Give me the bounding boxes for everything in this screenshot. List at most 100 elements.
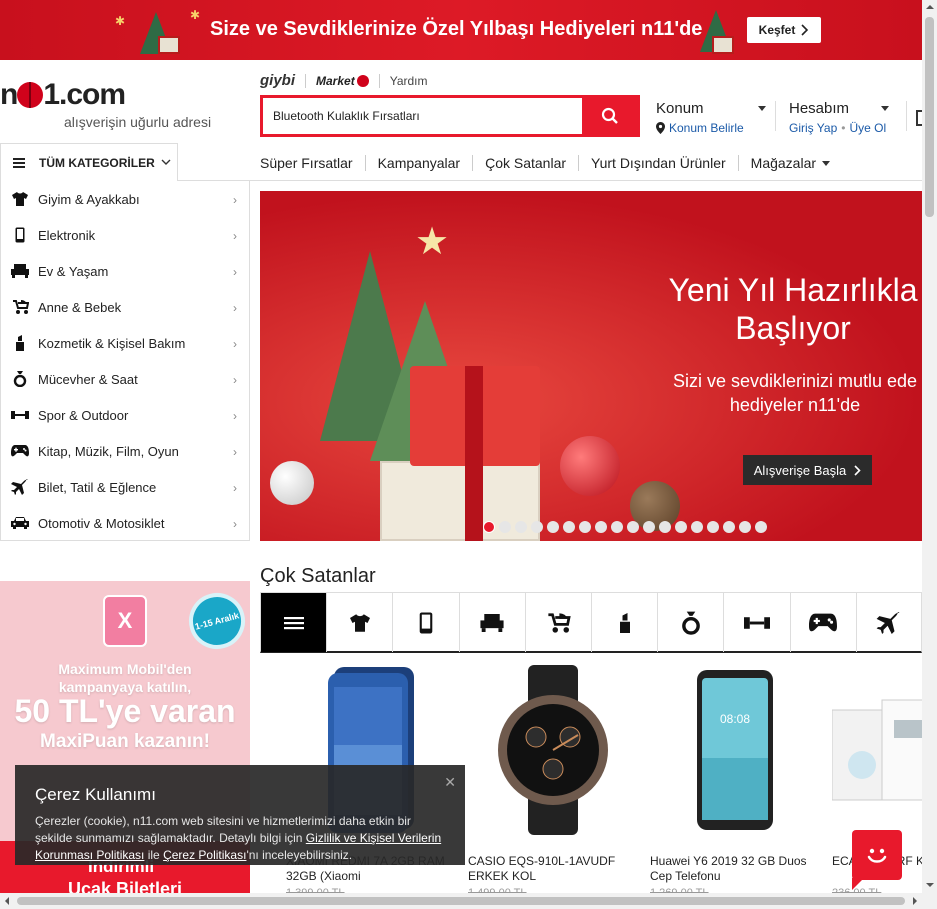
discover-button[interactable]: Keşfet — [747, 17, 821, 43]
slider-dot[interactable] — [483, 521, 495, 533]
tab-baby[interactable] — [526, 593, 592, 652]
phone-icon — [15, 227, 24, 243]
nav-campaigns[interactable]: Kampanyalar — [364, 155, 473, 171]
scroll-right-icon[interactable] — [913, 897, 917, 905]
location-title: Konum — [656, 100, 704, 117]
chevron-right-icon: › — [233, 265, 237, 279]
ring-icon — [13, 371, 26, 387]
scroll-left-icon[interactable] — [5, 897, 9, 905]
hero-headline-line: Yeni Yıl Hazırlıkla — [668, 272, 918, 308]
slider-dot[interactable] — [579, 521, 591, 533]
slider-dot[interactable] — [499, 521, 511, 533]
scroll-down-icon[interactable] — [926, 883, 934, 887]
tab-electronics[interactable] — [393, 593, 460, 652]
slider-dot[interactable] — [659, 521, 671, 533]
category-item-electronics[interactable]: Elektronik › — [1, 217, 249, 253]
product-image: 08:08 — [650, 660, 820, 840]
register-link[interactable]: Üye Ol — [849, 121, 886, 135]
tab-jewelry[interactable] — [658, 593, 725, 652]
slider-dot[interactable] — [547, 521, 559, 533]
product-card[interactable]: 08:08 Huawei Y6 2019 32 GB Duos Cep Tele… — [650, 660, 820, 899]
category-label: Kozmetik & Kişisel Bakım — [38, 335, 186, 351]
hero-slider[interactable]: ★ Yeni Yıl Hazırlıkla Başlıyor Sizi ve se… — [260, 191, 922, 541]
account-menu[interactable]: Hesabım Giriş Yap • Üye Ol — [789, 100, 889, 135]
search-input[interactable] — [263, 98, 582, 134]
armchair-icon — [10, 264, 29, 278]
slider-dot[interactable] — [627, 521, 639, 533]
tab-home[interactable] — [460, 593, 526, 652]
promo-text: MaxiPuan kazanın! — [40, 731, 210, 752]
slider-dot[interactable] — [563, 521, 575, 533]
slider-dot[interactable] — [595, 521, 607, 533]
slider-dot[interactable] — [675, 521, 687, 533]
scroll-thumb[interactable] — [17, 897, 905, 905]
gift-icon — [158, 36, 180, 54]
pin-icon — [656, 122, 665, 134]
tab-tickets[interactable] — [857, 593, 923, 652]
nav-super-deals[interactable]: Süper Fırsatlar — [260, 155, 365, 171]
giybi-link[interactable]: giybi — [260, 72, 295, 89]
location-menu[interactable]: Konum Konum Belirle — [656, 100, 766, 135]
category-list: Giyim & Ayakkabı › Elektronik › Ev & Yaşam… — [0, 180, 250, 541]
car-icon — [10, 517, 29, 529]
tab-sports[interactable] — [724, 593, 791, 652]
armchair-icon — [480, 613, 504, 632]
cookie-policy-link[interactable]: Çerez Politikası — [163, 848, 246, 862]
tab-cosmetics[interactable] — [592, 593, 659, 652]
nav-stores[interactable]: Mağazalar — [737, 155, 842, 171]
slider-dot[interactable] — [611, 521, 623, 533]
snowflake-icon: ✱ — [115, 14, 126, 28]
scroll-thumb[interactable] — [925, 17, 934, 217]
live-chat-button[interactable] — [852, 830, 902, 890]
product-card[interactable]: CASIO EQS-910L-1AVUDF ERKEK KOL 1.499,00… — [468, 660, 638, 899]
slider-dot[interactable] — [515, 521, 527, 533]
stroller-icon — [12, 299, 29, 314]
horizontal-scrollbar[interactable] — [0, 893, 937, 909]
category-item-baby[interactable]: Anne & Bebek › — [1, 289, 249, 325]
date-badge: 1-15 Aralık — [182, 586, 250, 656]
snowflake-icon: ✱ — [190, 8, 201, 22]
top-promo-banner[interactable]: ✱ ✱ Size ve Sevdiklerinize Özel Yılbaşı … — [0, 0, 922, 60]
market-link[interactable]: Market — [316, 74, 369, 88]
category-item-automotive[interactable]: Otomotiv & Motosiklet › — [1, 505, 249, 541]
slider-dot[interactable] — [707, 521, 719, 533]
set-location-link[interactable]: Konum Belirle — [669, 121, 744, 135]
slider-dot[interactable] — [643, 521, 655, 533]
slider-dot[interactable] — [723, 521, 735, 533]
category-item-home[interactable]: Ev & Yaşam › — [1, 253, 249, 289]
tab-all[interactable] — [261, 593, 328, 652]
nav-global-products[interactable]: Yurt Dışından Ürünler — [578, 155, 738, 171]
tshirt-icon — [349, 613, 370, 632]
vertical-scrollbar[interactable] — [922, 0, 937, 893]
category-item-cosmetics[interactable]: Kozmetik & Kişisel Bakım › — [1, 325, 249, 361]
chevron-right-icon: › — [233, 517, 237, 531]
cookie-title: Çerez Kullanımı — [35, 785, 156, 804]
category-item-jewelry[interactable]: Mücevher & Saat › — [1, 361, 249, 397]
tab-books[interactable] — [791, 593, 857, 652]
tab-clothing[interactable] — [327, 593, 394, 652]
login-link[interactable]: Giriş Yap — [789, 121, 837, 135]
slider-dot[interactable] — [755, 521, 767, 533]
category-item-sports[interactable]: Spor & Outdoor › — [1, 397, 249, 433]
watch-image — [498, 665, 608, 835]
svg-text:08:08: 08:08 — [720, 712, 750, 726]
category-item-books[interactable]: Kitap, Müzik, Film, Oyun › — [1, 433, 249, 469]
category-item-tickets[interactable]: Bilet, Tatil & Eğlence › — [1, 469, 249, 505]
gamepad-icon — [10, 445, 29, 457]
nav-best-sellers[interactable]: Çok Satanlar — [472, 155, 578, 171]
discover-label: Keşfet — [758, 23, 796, 37]
search-button[interactable] — [582, 98, 637, 134]
chevron-right-icon: › — [233, 229, 237, 243]
phone-icon — [419, 612, 433, 633]
slider-dot[interactable] — [531, 521, 543, 533]
all-categories-button[interactable]: TÜM KATEGORİLER — [0, 143, 178, 181]
scroll-up-icon[interactable] — [926, 5, 934, 9]
help-link[interactable]: Yardım — [390, 74, 428, 88]
slider-dot[interactable] — [739, 521, 751, 533]
close-icon[interactable]: ✕ — [444, 774, 456, 791]
hero-subline: Sizi ve sevdiklerinizi mutlu ede hediyele… — [650, 369, 922, 417]
category-item-clothing[interactable]: Giyim & Ayakkabı › — [1, 181, 249, 217]
shop-now-button[interactable]: Alışverişe Başla — [743, 455, 872, 485]
slider-dot[interactable] — [691, 521, 703, 533]
gift-icon — [712, 36, 734, 54]
